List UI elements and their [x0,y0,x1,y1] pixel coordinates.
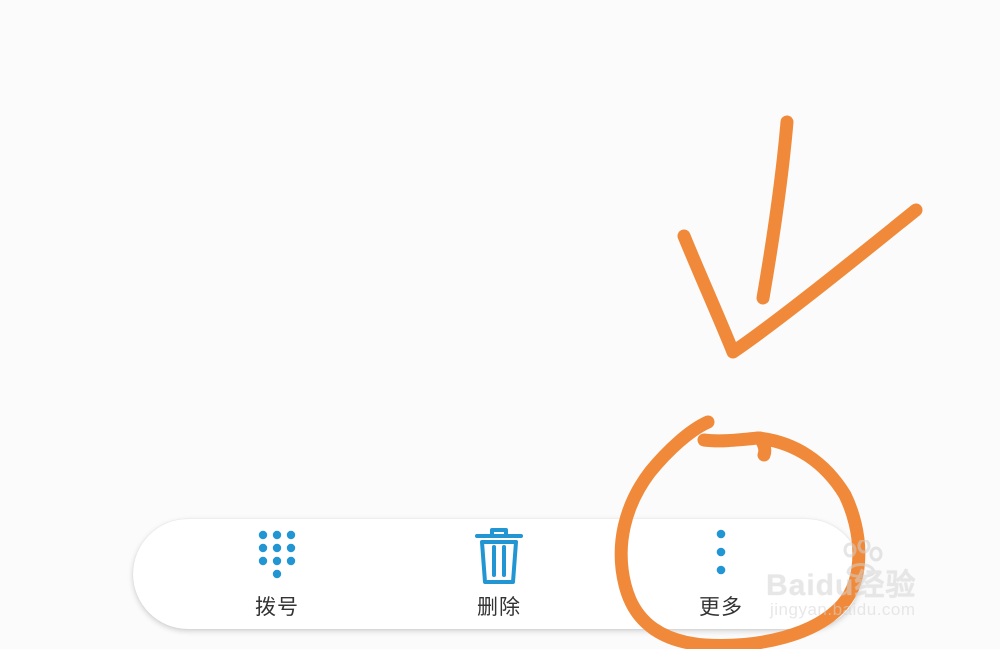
dialpad-icon [258,530,296,579]
more-vertical-icon [716,529,726,575]
baidu-watermark: Baidu经验 jingyan.baidu.com [758,540,958,630]
delete-button[interactable]: 删除 [419,519,579,629]
bottom-action-bar: 拨号 删除 更多 [133,519,861,629]
dial-label: 拨号 [255,595,299,619]
arrow-head [677,203,923,359]
phone-screen: 拨号 删除 更多 Baidu经验 jingyan.baidu.com [0,0,1000,649]
highlight-circle-tail [753,431,772,462]
delete-label: 删除 [477,595,521,619]
dial-button[interactable]: 拨号 [197,519,357,629]
watermark-brand: Baidu经验 [766,569,917,602]
arrow-shaft [756,115,794,305]
watermark-url: jingyan.baidu.com [770,600,916,619]
trash-icon [475,528,523,584]
